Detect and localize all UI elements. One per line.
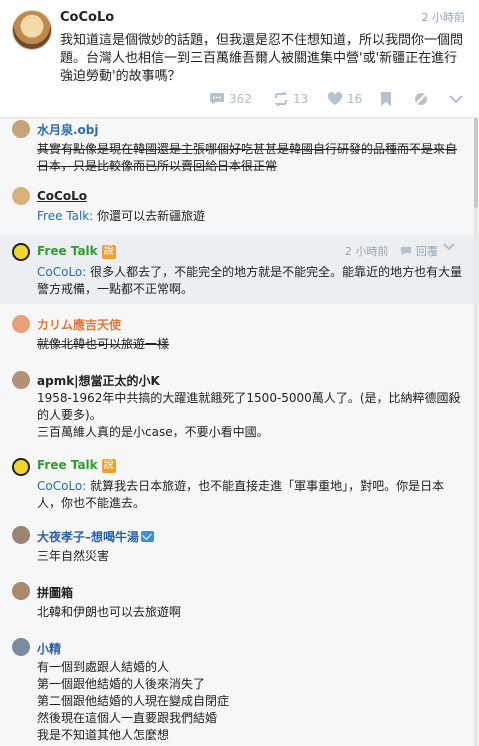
reply-mention[interactable]: CoCoLo:	[37, 479, 86, 493]
reply-icon	[401, 247, 411, 255]
avatar[interactable]	[12, 458, 30, 476]
repost-count: 13	[293, 92, 309, 106]
scrollbar[interactable]	[474, 118, 478, 746]
post-actions: 362 13 16	[0, 88, 479, 112]
comment-author[interactable]: 小精	[37, 640, 61, 657]
avatar[interactable]	[12, 638, 30, 656]
badge: 說	[101, 245, 116, 259]
comment-author[interactable]: Free Talk 說	[37, 244, 116, 259]
author-name: 大夜孝子–想喝牛湯	[37, 530, 140, 544]
comment-item: apmk|想當正太的小K 1958-1962年中共搞的大躍進就餓死了1500-5…	[0, 364, 479, 450]
comment-text: 就像北韓也可以旅遊一樣	[37, 337, 170, 351]
comment-item: 大夜孝子–想喝牛湯 三年自然災害	[0, 522, 479, 572]
author-name: Free Talk	[37, 458, 98, 472]
comment-more-button[interactable]	[443, 243, 455, 251]
reply-button[interactable]: 回覆	[400, 243, 438, 259]
more-button[interactable]	[449, 88, 463, 110]
comment-line: 我是不知道其他人怎麼想	[37, 728, 170, 742]
avatar[interactable]	[12, 315, 30, 333]
like-count: 16	[347, 92, 363, 106]
comment-text: 1958-1962年中共搞的大躍進就餓死了1500-5000萬人了。(是，比納粹…	[37, 391, 461, 422]
comment-author[interactable]: apmk|想當正太的小K	[37, 372, 160, 389]
reply-mention[interactable]: Free Talk:	[37, 209, 93, 223]
comment-item: 小精 有一個到處跟人結婚的人 第一個跟他結婚的人後來消失了 第二個跟他結婚的人現…	[0, 634, 479, 746]
comment-time[interactable]: 2 小時前	[345, 243, 389, 259]
like-button[interactable]: 16	[327, 88, 362, 110]
block-icon	[415, 93, 427, 105]
comment-item: 水月泉.obj 其實有點像是現在韓國還是主張哪個好吃甚甚是韓國自行研發的品種而不…	[0, 118, 479, 182]
comment-button[interactable]: 362	[209, 88, 252, 110]
block-button[interactable]	[414, 88, 428, 110]
mail-icon	[141, 531, 155, 542]
avatar[interactable]	[12, 526, 30, 544]
comment-item: CoCoLo Free Talk: 你還可以去新疆旅遊	[0, 182, 479, 232]
main-post: CoCoLo 2 小時前 我知道這是個微妙的話題，但我還是忍不住想知道，所以我問…	[0, 0, 479, 118]
avatar[interactable]	[12, 187, 30, 205]
comment-line: 第一個跟他結婚的人後來消失了	[37, 677, 206, 691]
comment-author[interactable]: 水月泉.obj	[37, 121, 99, 138]
comment-line: 有一個到處跟人結婚的人	[37, 660, 170, 674]
comment-text-body: 就算我去日本旅遊，也不能直接走進「軍事重地」，對吧。你是日本人，你也不能進去。	[37, 479, 445, 510]
comment-count: 362	[229, 92, 252, 106]
post-time[interactable]: 2 小時前	[422, 9, 466, 25]
comment-item-highlighted: Free Talk 說 2 小時前 回覆 CoCoLo: 很多人都去了，不能完全的…	[0, 234, 479, 304]
comment-icon	[210, 93, 224, 105]
comment-item: カリム應吉天使 就像北韓也可以旅遊一樣	[0, 310, 479, 360]
avatar[interactable]	[12, 120, 30, 138]
comment-author[interactable]: CoCoLo	[37, 189, 87, 203]
comment-line: 然後現在這個人一直要跟我們結婚	[37, 711, 218, 725]
comment-list: 水月泉.obj 其實有點像是現在韓國還是主張哪個好吃甚甚是韓國自行研發的品種而不…	[0, 118, 479, 746]
comment-text-line2: 三百萬維人真的是小case，不要小看中國。	[37, 425, 269, 439]
author-avatar[interactable]	[12, 10, 52, 50]
avatar[interactable]	[12, 371, 30, 389]
heart-icon	[327, 92, 343, 105]
scrollbar-thumb[interactable]	[474, 118, 478, 208]
comment-text: Free Talk: 你還可以去新疆旅遊	[37, 208, 467, 225]
bookmark-button[interactable]	[380, 88, 392, 110]
repost-button[interactable]: 13	[273, 88, 308, 110]
comment-text: CoCoLo: 就算我去日本旅遊，也不能直接走進「軍事重地」，對吧。你是日本人，…	[37, 478, 467, 512]
comment-item: 拼圖箱 北韓和伊朗也可以去旅遊啊	[0, 578, 479, 628]
repost-icon	[274, 92, 288, 106]
avatar[interactable]	[12, 582, 30, 600]
chevron-down-icon	[449, 95, 463, 104]
bookmark-icon	[381, 92, 391, 106]
comment-author[interactable]: カリム應吉天使	[37, 316, 121, 333]
comment-line: 第二個跟他結婚的人現在變成自閉症	[37, 694, 230, 708]
reply-mention[interactable]: CoCoLo:	[37, 265, 86, 279]
comment-author[interactable]: 拼圖箱	[37, 584, 73, 601]
reply-label: 回覆	[416, 245, 438, 258]
comment-text: 三年自然災害	[37, 549, 110, 563]
comment-text: 北韓和伊朗也可以去旅遊啊	[37, 605, 182, 619]
comment-text-body: 很多人都去了，不能完全的地方就是不能完全。能靠近的地方也有大量警方戒備，一點都不…	[37, 265, 463, 296]
badge: 說	[101, 459, 116, 473]
post-text: 我知道這是個微妙的話題，但我還是忍不住想知道，所以我問你一個問題。台灣人也相信一…	[60, 33, 464, 84]
comment-text: 其實有點像是現在韓國還是主張哪個好吃甚甚是韓國自行研發的品種而不是來自日本，只是…	[37, 142, 458, 173]
author-name: Free Talk	[37, 244, 98, 258]
comment-text: CoCoLo: 很多人都去了，不能完全的地方就是不能完全。能靠近的地方也有大量警…	[37, 264, 467, 298]
comment-item: Free Talk 說 CoCoLo: 就算我去日本旅遊，也不能直接走進「軍事重地…	[0, 454, 479, 514]
time-text: 2 小時前	[345, 245, 389, 258]
comment-author[interactable]: Free Talk 說	[37, 458, 116, 473]
post-author[interactable]: CoCoLo	[60, 10, 114, 25]
chevron-down-icon	[443, 243, 455, 251]
comment-text-body: 你還可以去新疆旅遊	[93, 209, 206, 223]
comment-author[interactable]: 大夜孝子–想喝牛湯	[37, 528, 155, 545]
avatar[interactable]	[12, 243, 30, 261]
